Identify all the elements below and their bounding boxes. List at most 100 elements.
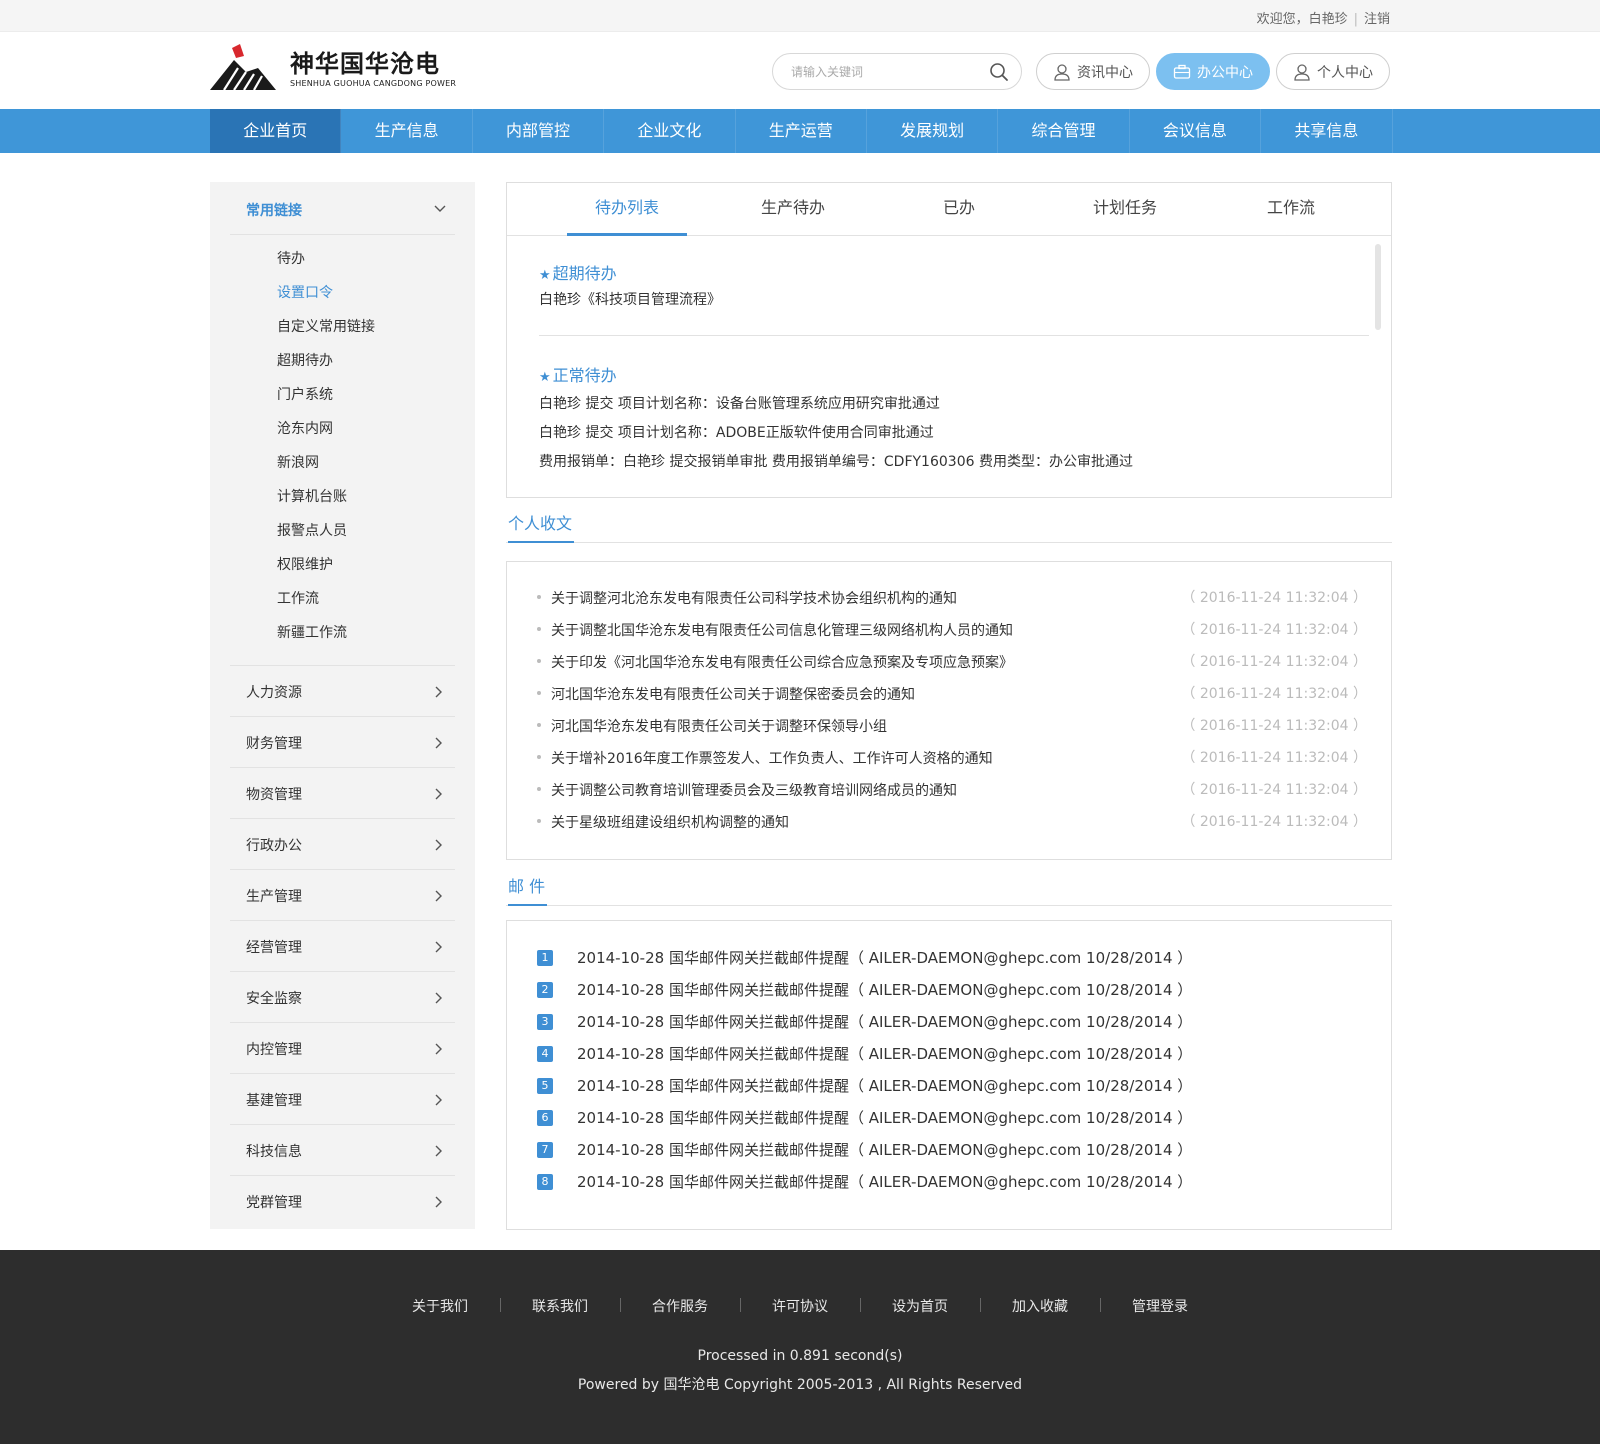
mail-text[interactable]: 2014-10-28 国华邮件网关拦截邮件提醒（ AILER-DAEMON@gh…: [577, 947, 1192, 968]
welcome-text: 欢迎您，白艳珍: [1256, 12, 1348, 27]
scrollbar-thumb[interactable]: [1375, 244, 1381, 330]
bullet: [537, 755, 541, 759]
footer-link-bookmark[interactable]: 加入收藏: [980, 1296, 1100, 1316]
mail-text[interactable]: 2014-10-28 国华邮件网关拦截邮件提醒（ AILER-DAEMON@gh…: [577, 1139, 1192, 1160]
bullet: [537, 595, 541, 599]
docs-title[interactable]: 个人收文: [508, 509, 575, 543]
doc-title[interactable]: 河北国华沧东发电有限责任公司关于调整保密委员会的通知: [551, 684, 915, 704]
sidebar-item-computer-ledger[interactable]: 计算机台账: [277, 480, 375, 514]
sidebar-group-internal-control[interactable]: 内控管理: [230, 1022, 455, 1073]
todo-body: ★ 超期待办 白艳珍《科技项目管理流程》 ★ 正常待办 白艳珍 提交 项目计划名称：…: [507, 236, 1391, 497]
chevron-right-icon: [435, 992, 442, 1004]
sidebar-group-label: 党群管理: [246, 1195, 302, 1211]
doc-title[interactable]: 河北国华沧东发电有限责任公司关于调整环保领导小组: [551, 716, 887, 736]
sidebar-group-finance[interactable]: 财务管理: [230, 716, 455, 767]
bullet: [537, 723, 541, 727]
doc-title[interactable]: 关于调整北国华沧东发电有限责任公司信息化管理三级网络机构人员的通知: [551, 620, 1013, 640]
office-center-button[interactable]: 办公中心: [1156, 53, 1270, 90]
overdue-title: ★ 超期待办: [539, 260, 617, 284]
doc-title[interactable]: 关于调整河北沧东发电有限责任公司科学技术协会组织机构的通知: [551, 588, 957, 608]
sidebar-group-business[interactable]: 经营管理: [230, 920, 455, 971]
mail-text[interactable]: 2014-10-28 国华邮件网关拦截邮件提醒（ AILER-DAEMON@gh…: [577, 1011, 1192, 1032]
nav-item-operations[interactable]: 生产运营: [736, 109, 867, 153]
chevron-right-icon: [435, 1145, 442, 1157]
normal-item[interactable]: 白艳珍 提交 项目计划名称：设备台账管理系统应用研究审批通过: [539, 393, 940, 413]
sidebar-group-admin[interactable]: 行政办公: [230, 818, 455, 869]
nav-item-shared-info[interactable]: 共享信息: [1261, 109, 1393, 153]
overdue-title-label: 超期待办: [552, 264, 617, 283]
bullet: [537, 691, 541, 695]
logout-link[interactable]: 注销: [1364, 8, 1390, 27]
docs-header: 个人收文: [506, 509, 1392, 543]
doc-title[interactable]: 关于增补2016年度工作票签发人、工作负责人、工作许可人资格的通知: [551, 748, 993, 768]
footer-link-set-homepage[interactable]: 设为首页: [860, 1296, 980, 1316]
list-item: 3 2014-10-28 国华邮件网关拦截邮件提醒（ AILER-DAEMON@g…: [537, 1005, 1367, 1037]
mail-text[interactable]: 2014-10-28 国华邮件网关拦截邮件提醒（ AILER-DAEMON@gh…: [577, 979, 1192, 1000]
info-center-button[interactable]: 资讯中心: [1036, 53, 1150, 90]
nav-item-culture[interactable]: 企业文化: [604, 109, 736, 153]
tab-todo-list[interactable]: 待办列表: [567, 183, 687, 236]
chevron-right-icon: [435, 1043, 442, 1055]
sidebar-item-portal[interactable]: 门户系统: [277, 378, 375, 412]
doc-title[interactable]: 关于印发《河北国华沧东发电有限责任公司综合应急预案及专项应急预案》: [551, 652, 1013, 672]
footer-link-about[interactable]: 关于我们: [380, 1296, 500, 1316]
sidebar-item-xinjiang-workflow[interactable]: 新疆工作流: [277, 616, 375, 650]
search-input[interactable]: [791, 63, 981, 81]
nav-item-production-info[interactable]: 生产信息: [341, 109, 473, 153]
sidebar-head-common-links[interactable]: 常用链接: [230, 182, 455, 235]
mail-text[interactable]: 2014-10-28 国华邮件网关拦截邮件提醒（ AILER-DAEMON@gh…: [577, 1043, 1192, 1064]
normal-item[interactable]: 白艳珍 提交 项目计划名称：ADOBE正版软件使用合同审批通过: [539, 422, 934, 442]
doc-title[interactable]: 关于调整公司教育培训管理委员会及三级教育培训网络成员的通知: [551, 780, 957, 800]
tab-workflow[interactable]: 工作流: [1231, 183, 1351, 236]
normal-item[interactable]: 费用报销单：白艳珍 提交报销单审批 费用报销单编号：CDFY160306 费用类…: [539, 451, 1133, 471]
mail-text[interactable]: 2014-10-28 国华邮件网关拦截邮件提醒（ AILER-DAEMON@gh…: [577, 1107, 1192, 1128]
nav-item-meetings[interactable]: 会议信息: [1130, 109, 1262, 153]
nav-item-general-management[interactable]: 综合管理: [998, 109, 1130, 153]
doc-title[interactable]: 关于星级班组建设组织机构调整的通知: [551, 812, 789, 832]
list-item: 河北国华沧东发电有限责任公司关于调整环保领导小组 （ 2016-11-24 11:…: [537, 710, 1367, 742]
sidebar-group-production[interactable]: 生产管理: [230, 869, 455, 920]
sidebar-item-permissions[interactable]: 权限维护: [277, 548, 375, 582]
nav-item-home[interactable]: 企业首页: [210, 109, 342, 153]
sidebar-group-construction[interactable]: 基建管理: [230, 1073, 455, 1124]
sidebar-group-party[interactable]: 党群管理: [230, 1175, 455, 1226]
sidebar-group-label: 经营管理: [246, 940, 302, 956]
sidebar-item-set-password[interactable]: 设置口令: [277, 276, 375, 310]
sidebar-group-tech[interactable]: 科技信息: [230, 1124, 455, 1175]
sidebar-group-hr[interactable]: 人力资源: [230, 665, 455, 716]
nav-item-planning[interactable]: 发展规划: [867, 109, 999, 153]
overdue-item[interactable]: 白艳珍《科技项目管理流程》: [539, 289, 721, 309]
list-item: 4 2014-10-28 国华邮件网关拦截邮件提醒（ AILER-DAEMON@g…: [537, 1037, 1367, 1069]
nav-item-internal-control[interactable]: 内部管控: [473, 109, 605, 153]
sidebar-item-sina[interactable]: 新浪网: [277, 446, 375, 480]
sidebar-item-intranet[interactable]: 沧东内网: [277, 412, 375, 446]
footer-link-admin-login[interactable]: 管理登录: [1100, 1296, 1220, 1316]
brand-name-en: SHENHUA GUOHUA CANGDONG POWER: [290, 79, 457, 88]
sidebar-item-alarm-staff[interactable]: 报警点人员: [277, 514, 375, 548]
search-icon[interactable]: [989, 62, 1009, 82]
bullet: [537, 787, 541, 791]
footer-link-license[interactable]: 许可协议: [740, 1296, 860, 1316]
bullet: [537, 819, 541, 823]
sidebar-item-overdue[interactable]: 超期待办: [277, 344, 375, 378]
mail-text[interactable]: 2014-10-28 国华邮件网关拦截邮件提醒（ AILER-DAEMON@gh…: [577, 1171, 1192, 1192]
sidebar-item-custom-links[interactable]: 自定义常用链接: [277, 310, 375, 344]
sidebar-sublist: 待办 设置口令 自定义常用链接 超期待办 门户系统 沧东内网 新浪网 计算机台账…: [277, 242, 375, 650]
logo[interactable]: 神华国华沧电 SHENHUA GUOHUA CANGDONG POWER: [210, 44, 456, 92]
header: 神华国华沧电 SHENHUA GUOHUA CANGDONG POWER 资讯中…: [0, 32, 1600, 109]
tab-planned-tasks[interactable]: 计划任务: [1065, 183, 1185, 236]
tab-production-todo[interactable]: 生产待办: [733, 183, 853, 236]
sidebar-item-todo[interactable]: 待办: [277, 242, 375, 276]
mail-text[interactable]: 2014-10-28 国华邮件网关拦截邮件提醒（ AILER-DAEMON@gh…: [577, 1075, 1192, 1096]
sidebar-item-workflow[interactable]: 工作流: [277, 582, 375, 616]
footer-link-cooperation[interactable]: 合作服务: [620, 1296, 740, 1316]
number-badge: 7: [537, 1142, 553, 1158]
sidebar-group-safety[interactable]: 安全监察: [230, 971, 455, 1022]
sidebar-group-materials[interactable]: 物资管理: [230, 767, 455, 818]
sidebar-groups: 人力资源 财务管理 物资管理 行政办公 生产管理 经营管理 安全监察 内控管理 …: [230, 665, 455, 1226]
footer-link-contact[interactable]: 联系我们: [500, 1296, 620, 1316]
tab-done[interactable]: 已办: [899, 183, 1019, 236]
divider: |: [1353, 12, 1358, 27]
personal-center-button[interactable]: 个人中心: [1276, 53, 1390, 90]
mail-title[interactable]: 邮 件: [508, 872, 548, 906]
